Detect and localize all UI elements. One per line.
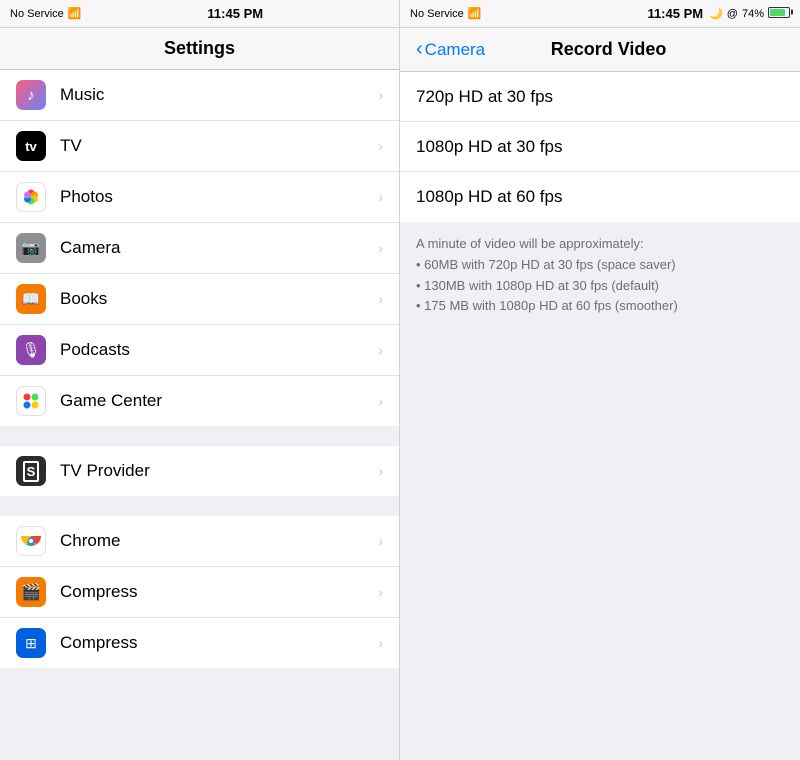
video-info-text: A minute of video will be approximately:… xyxy=(416,234,784,317)
settings-title: Settings xyxy=(164,38,235,58)
moon-icon: 🌙 xyxy=(709,7,723,20)
1080p30-label: 1080p HD at 30 fps xyxy=(416,137,784,157)
settings-row-camera[interactable]: 📷 Camera › xyxy=(0,223,399,274)
record-video-title: Record Video xyxy=(551,39,727,60)
battery-icon xyxy=(768,7,790,21)
compress-orange-arrow: › xyxy=(378,584,383,600)
books-icon: 📖 xyxy=(16,284,46,314)
right-content: 720p HD at 30 fps 1080p HD at 30 fps 108… xyxy=(400,72,800,760)
podcasts-arrow: › xyxy=(378,342,383,358)
books-arrow: › xyxy=(378,291,383,307)
compress-blue-icon: ⊞ xyxy=(16,628,46,658)
tv-icon: tv xyxy=(16,131,46,161)
settings-row-music[interactable]: ♪ Music › xyxy=(0,70,399,121)
tvprovider-arrow: › xyxy=(378,463,383,479)
settings-list: ♪ Music › tv TV › xyxy=(0,70,399,760)
back-button[interactable]: ‹ Camera xyxy=(416,38,485,61)
1080p60-label: 1080p HD at 60 fps xyxy=(416,187,784,207)
left-time: 11:45 PM xyxy=(207,6,263,21)
music-label: Music xyxy=(60,85,104,105)
photos-icon xyxy=(16,182,46,212)
podcasts-label: Podcasts xyxy=(60,340,130,360)
settings-row-books[interactable]: 📖 Books › xyxy=(0,274,399,325)
right-nav-header: ‹ Camera Record Video xyxy=(400,28,800,72)
video-option-1080p60[interactable]: 1080p HD at 60 fps xyxy=(400,172,800,222)
chrome-arrow: › xyxy=(378,533,383,549)
camera-icon: 📷 xyxy=(16,233,46,263)
720p30-label: 720p HD at 30 fps xyxy=(416,87,784,107)
tv-label: TV xyxy=(60,136,82,156)
settings-row-gamecenter[interactable]: Game Center › xyxy=(0,376,399,426)
left-signal: No Service xyxy=(10,8,64,20)
photos-label: Photos xyxy=(60,187,113,207)
at-symbol: @ xyxy=(727,8,738,20)
chrome-label: Chrome xyxy=(60,531,120,551)
right-wifi-icon: 📶 xyxy=(468,7,482,20)
camera-label: Camera xyxy=(60,238,120,258)
settings-row-tv[interactable]: tv TV › xyxy=(0,121,399,172)
right-signal: No Service xyxy=(410,8,464,20)
chrome-icon xyxy=(16,526,46,556)
gamecenter-icon xyxy=(16,386,46,416)
video-option-720p30[interactable]: 720p HD at 30 fps xyxy=(400,72,800,122)
back-label: Camera xyxy=(425,40,485,60)
settings-row-podcasts[interactable]: 🎙 Podcasts › xyxy=(0,325,399,376)
media-section: ♪ Music › tv TV › xyxy=(0,70,399,426)
record-video-panel: ‹ Camera Record Video 720p HD at 30 fps … xyxy=(400,28,800,760)
right-time: 11:45 PM xyxy=(647,6,703,21)
settings-row-chrome[interactable]: Chrome › xyxy=(0,516,399,567)
video-option-1080p30[interactable]: 1080p HD at 30 fps xyxy=(400,122,800,172)
music-icon: ♪ xyxy=(16,80,46,110)
settings-row-compress-orange[interactable]: 🎬 Compress › xyxy=(0,567,399,618)
podcasts-icon: 🎙 xyxy=(16,335,46,365)
gamecenter-arrow: › xyxy=(378,393,383,409)
apps-section: Chrome › 🎬 Compress › ⊞ Compress › xyxy=(0,516,399,668)
back-chevron-icon: ‹ xyxy=(416,38,423,61)
tv-arrow: › xyxy=(378,138,383,154)
battery-percent: 74% xyxy=(742,8,764,20)
video-options-group: 720p HD at 30 fps 1080p HD at 30 fps 108… xyxy=(400,72,800,222)
books-label: Books xyxy=(60,289,107,309)
settings-nav-header: Settings xyxy=(0,28,399,70)
gamecenter-label: Game Center xyxy=(60,391,162,411)
settings-row-compress-blue[interactable]: ⊞ Compress › xyxy=(0,618,399,668)
music-arrow: › xyxy=(378,87,383,103)
compress-orange-icon: 🎬 xyxy=(16,577,46,607)
settings-panel: Settings ♪ Music › tv TV › xyxy=(0,28,400,760)
compress-blue-arrow: › xyxy=(378,635,383,651)
provider-section: S TV Provider › xyxy=(0,446,399,496)
compress-blue-label: Compress xyxy=(60,633,137,653)
compress-orange-label: Compress xyxy=(60,582,137,602)
left-wifi-icon: 📶 xyxy=(68,7,82,20)
tvprovider-icon: S xyxy=(16,456,46,486)
settings-row-photos[interactable]: Photos › xyxy=(0,172,399,223)
photos-arrow: › xyxy=(378,189,383,205)
tvprovider-label: TV Provider xyxy=(60,461,150,481)
settings-row-tvprovider[interactable]: S TV Provider › xyxy=(0,446,399,496)
camera-arrow: › xyxy=(378,240,383,256)
video-info-box: A minute of video will be approximately:… xyxy=(400,222,800,329)
